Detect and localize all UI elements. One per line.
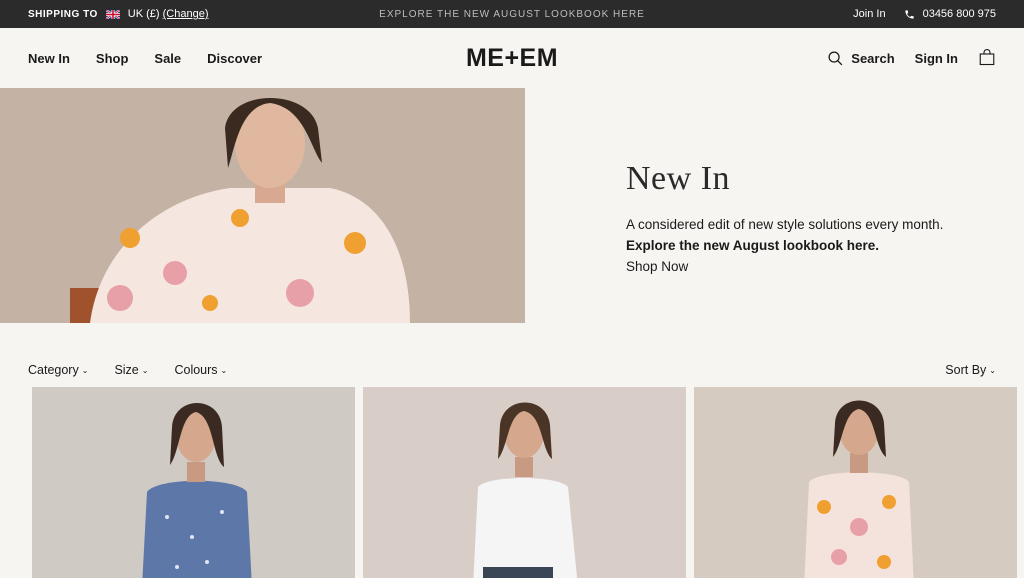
chevron-down-icon: ⌄ (989, 366, 996, 375)
product-card[interactable] (32, 387, 355, 578)
brand-logo[interactable]: ME+EM (466, 44, 558, 72)
chevron-down-icon: ⌄ (141, 366, 149, 375)
bag-button[interactable] (978, 48, 996, 69)
filter-bar: Category ⌄ Size ⌄ Colours ⌄ Sort By ⌄ (0, 323, 1024, 387)
nav-actions: Search Sign In (827, 48, 996, 69)
nav-item-sale[interactable]: Sale (154, 51, 181, 66)
shop-now-link[interactable]: Shop Now (626, 256, 943, 277)
promo-link[interactable]: EXPLORE THE NEW AUGUST LOOKBOOK HERE (379, 9, 645, 20)
phone-contact[interactable]: 03456 800 975 (904, 8, 996, 20)
sort-by-dropdown[interactable]: Sort By ⌄ (945, 363, 996, 377)
main-navigation: New In Shop Sale Discover ME+EM Search S… (0, 28, 1024, 88)
phone-icon (904, 9, 914, 19)
region-label: UK (£) (127, 8, 160, 20)
chevron-down-icon: ⌄ (81, 366, 89, 375)
nav-item-shop[interactable]: Shop (96, 51, 129, 66)
shipping-label: SHIPPING TO (28, 8, 98, 20)
product-card[interactable] (363, 387, 686, 578)
nav-menu: New In Shop Sale Discover (28, 51, 262, 66)
hero-title: New In (626, 160, 731, 197)
chevron-down-icon: ⌄ (220, 366, 228, 375)
hero-copy: New In A considered edit of new style so… (525, 88, 943, 323)
sign-in-link[interactable]: Sign In (915, 51, 958, 66)
product-card[interactable] (694, 387, 1017, 578)
hero-image[interactable] (0, 88, 525, 323)
hero-lookbook-link[interactable]: Explore the new August lookbook here. (626, 235, 943, 256)
size-filter[interactable]: Size ⌄ (114, 363, 148, 377)
shopping-bag-icon (979, 48, 995, 65)
nav-item-new-in[interactable]: New In (28, 51, 70, 66)
uk-flag-icon (105, 8, 121, 20)
size-filter-label: Size (114, 363, 139, 377)
phone-number: 03456 800 975 (922, 8, 996, 20)
sort-by-label: Sort By (945, 363, 987, 377)
search-label: Search (851, 50, 895, 66)
top-right-links: Join In 03456 800 975 (853, 8, 996, 20)
colours-filter-label: Colours (174, 363, 218, 377)
search-icon (828, 50, 843, 65)
join-in-link[interactable]: Join In (853, 8, 885, 20)
category-filter[interactable]: Category ⌄ (28, 363, 88, 377)
shipping-info: SHIPPING TO UK (£) (Change) (28, 8, 208, 20)
colours-filter[interactable]: Colours ⌄ (174, 363, 227, 377)
hero-section: New In A considered edit of new style so… (0, 88, 1024, 323)
hero-description: A considered edit of new style solutions… (626, 217, 944, 232)
top-announcement-bar: SHIPPING TO UK (£) (Change) EXPLORE THE … (0, 0, 1024, 28)
search-button[interactable]: Search (827, 50, 895, 67)
nav-item-discover[interactable]: Discover (207, 51, 262, 66)
category-filter-label: Category (28, 363, 79, 377)
region-selector: UK (£) (Change) (128, 8, 209, 20)
change-region-link[interactable]: (Change) (163, 8, 209, 20)
product-grid (0, 387, 1024, 578)
